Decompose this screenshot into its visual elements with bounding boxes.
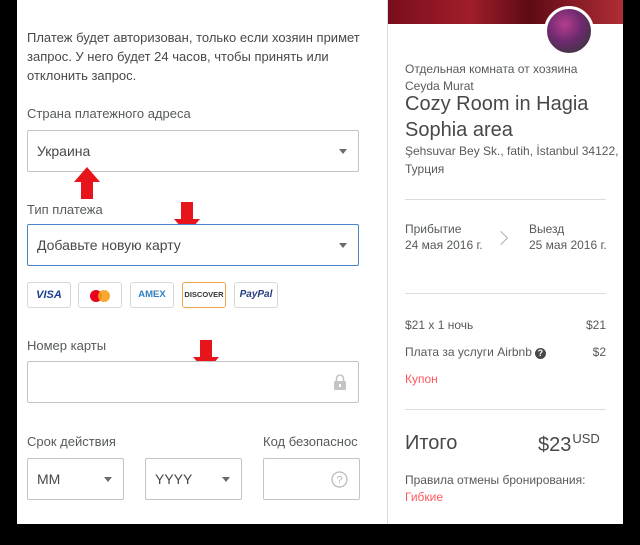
cancellation-policy: Правила отмены бронирования: Гибкие xyxy=(405,472,620,506)
nightly-value: $21 xyxy=(585,318,606,332)
listing-address: Şehsuvar Bey Sk., fatih, İstanbul 34122,… xyxy=(405,144,619,176)
checkout-date: 25 мая 2016 г. xyxy=(529,238,607,252)
policy-label: Правила отмены бронирования: xyxy=(405,473,586,487)
card-number-input[interactable] xyxy=(27,361,359,403)
avatar[interactable] xyxy=(544,6,594,56)
listing-title[interactable]: Cozy Room in Hagia Sophia area xyxy=(405,91,620,143)
expiry-month-select[interactable]: MM xyxy=(27,458,124,500)
payment-type-label: Тип платежа xyxy=(27,202,103,217)
divider xyxy=(405,199,606,200)
total-label: Итого xyxy=(405,432,458,454)
expiry-label: Срок действия xyxy=(27,434,116,449)
booking-summary: Отдельная комната от хозяина Ceyda Murat… xyxy=(388,0,623,524)
annotation-arrow-up xyxy=(74,167,100,199)
visa-icon: VISA xyxy=(27,282,71,308)
total-value: $23USD xyxy=(538,431,600,457)
payment-type-value: Добавьте новую карту xyxy=(37,237,181,253)
divider xyxy=(405,409,606,410)
help-icon[interactable]: ? xyxy=(331,471,348,488)
nightly-label: $21 x 1 ночь xyxy=(405,318,474,332)
total-amount: $23 xyxy=(538,434,572,456)
mastercard-icon xyxy=(78,282,122,308)
booking-page: Платеж будет авторизован, только если хо… xyxy=(17,0,623,524)
svg-text:?: ? xyxy=(336,475,342,487)
chevron-down-icon xyxy=(104,477,112,482)
payment-type-select[interactable]: Добавьте новую карту xyxy=(27,224,359,266)
amex-icon: AMEX xyxy=(130,282,174,308)
service-fee-row: Плата за услуги Airbnb? xyxy=(405,344,546,361)
expiry-year-select[interactable]: YYYY xyxy=(145,458,242,500)
coupon-link[interactable]: Купон xyxy=(405,372,438,386)
chevron-down-icon xyxy=(222,477,230,482)
country-label: Страна платежного адреса xyxy=(27,106,191,121)
checkin-label: Прибытие xyxy=(405,222,462,236)
authorization-notice: Платеж будет авторизован, только если хо… xyxy=(27,30,360,83)
host-line: Отдельная комната от хозяина Ceyda Murat xyxy=(405,62,578,93)
cvv-label: Код безопаснос xyxy=(263,434,358,449)
checkin-date: 24 мая 2016 г. xyxy=(405,238,483,252)
policy-value-link[interactable]: Гибкие xyxy=(405,489,620,506)
year-value: YYYY xyxy=(155,471,193,487)
checkout-label: Выезд xyxy=(529,222,565,236)
chevron-right-icon xyxy=(493,230,509,246)
service-fee-label: Плата за услуги Airbnb xyxy=(405,345,532,359)
country-select[interactable]: Украина xyxy=(27,130,359,172)
card-number-label: Номер карты xyxy=(27,338,107,353)
paypal-icon: PayPal xyxy=(234,282,278,308)
help-icon[interactable]: ? xyxy=(534,348,546,359)
divider xyxy=(405,293,606,294)
service-fee-value: $2 xyxy=(592,345,606,359)
chevron-down-icon xyxy=(339,243,347,248)
total-currency: USD xyxy=(572,431,600,446)
chevron-down-icon xyxy=(339,149,347,154)
cvv-input[interactable]: ? xyxy=(263,458,360,500)
lock-icon xyxy=(334,374,346,390)
discover-icon: DISCOVER xyxy=(182,282,226,308)
payment-form: Платеж будет авторизован, только если хо… xyxy=(17,0,387,524)
country-value: Украина xyxy=(37,143,91,159)
month-value: MM xyxy=(37,471,61,487)
